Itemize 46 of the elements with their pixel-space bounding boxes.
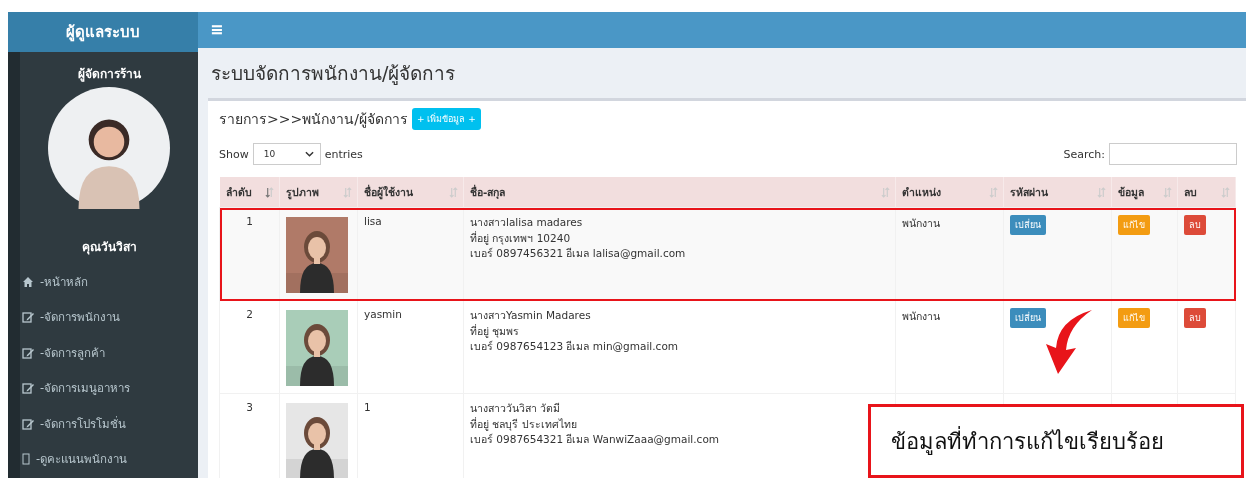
- sidebar-item[interactable]: -หน้าหลัก: [20, 264, 198, 300]
- table-cell: 3: [219, 393, 280, 478]
- entries-label: entries: [324, 147, 363, 161]
- search-label: Search:: [1063, 147, 1105, 161]
- search-field[interactable]: [1109, 143, 1237, 165]
- sidebar-item[interactable]: -จัดการลูกค้า: [20, 335, 198, 371]
- edit-icon: [22, 382, 34, 395]
- user-name: คุณวันวิสา: [81, 239, 137, 256]
- sidebar-item[interactable]: -จัดการพนักงาน: [20, 299, 198, 335]
- employee-details: นางสาวYasmin Madares ที่อยู่ ชุมพร เบอร์ 0987654123 อีเมล min@gmail.com: [470, 308, 680, 354]
- page-title: ระบบจัดการพนักงาน/ผู้จัดการ: [211, 61, 457, 87]
- home-icon: [22, 275, 34, 288]
- column-header[interactable]: ชื่อผู้ใช้งาน: [357, 177, 464, 208]
- edit-icon: [22, 311, 34, 324]
- callout-note: ข้อมูลที่ทำการแก้ไขเรียบร้อย: [868, 404, 1244, 478]
- sidebar-item[interactable]: -ดูคะแนนพนักงาน: [20, 441, 198, 477]
- edit-icon: [22, 417, 34, 430]
- delete-button[interactable]: ลบ: [1184, 215, 1206, 235]
- change-password-button[interactable]: เปลี่ยน: [1010, 308, 1046, 328]
- brand-title: ผู้ดูแลระบบ: [8, 12, 198, 52]
- column-header[interactable]: ชื่อ-สกุล: [463, 177, 896, 208]
- chevron-down-icon: [304, 151, 314, 157]
- user-role: ผู้จัดการร้าน: [77, 66, 141, 83]
- column-header[interactable]: รูปภาพ: [279, 177, 358, 208]
- breadcrumb: รายการ>>>พนักงาน/ผู้จัดการ: [219, 110, 408, 130]
- employee-details: นางสาวlalisa madares ที่อยู่ กรุงเทพฯ 10240 เบอร์ 0897456321 อีเมล lalisa@gmail.com: [470, 215, 687, 261]
- box-icon: [22, 453, 30, 466]
- sidebar-item[interactable]: -จัดการเมนูอาหาร: [20, 370, 198, 406]
- change-password-button[interactable]: เปลี่ยน: [1010, 215, 1046, 235]
- entries-select[interactable]: 10: [252, 143, 321, 165]
- show-label: Show: [219, 147, 249, 161]
- column-header[interactable]: ข้อมูล: [1111, 177, 1178, 208]
- table-cell: lisa: [357, 207, 464, 301]
- edit-icon: [22, 346, 34, 359]
- table-cell: พนักงาน: [902, 217, 940, 229]
- column-header[interactable]: ลบ: [1177, 177, 1236, 208]
- sidebar-item[interactable]: -จัดการโปรโมชั่น: [20, 406, 198, 442]
- table-cell: พนักงาน: [902, 310, 940, 322]
- table-cell: 2: [219, 300, 280, 394]
- delete-button[interactable]: ลบ: [1184, 308, 1206, 328]
- column-header[interactable]: ตำแหน่ง: [895, 177, 1004, 208]
- column-header[interactable]: รหัสผ่าน: [1003, 177, 1112, 208]
- table-cell: yasmin: [357, 300, 464, 394]
- table-cell: 1: [219, 207, 280, 301]
- employee-details: นางสาววันวิสา วัตมี ที่อยู่ ชลบุรี ประเทศไทย เบอร์ 0987654321 อีเมล WanwiZaaa@gmail.com: [470, 401, 721, 447]
- column-header[interactable]: ลำดับ: [219, 177, 280, 208]
